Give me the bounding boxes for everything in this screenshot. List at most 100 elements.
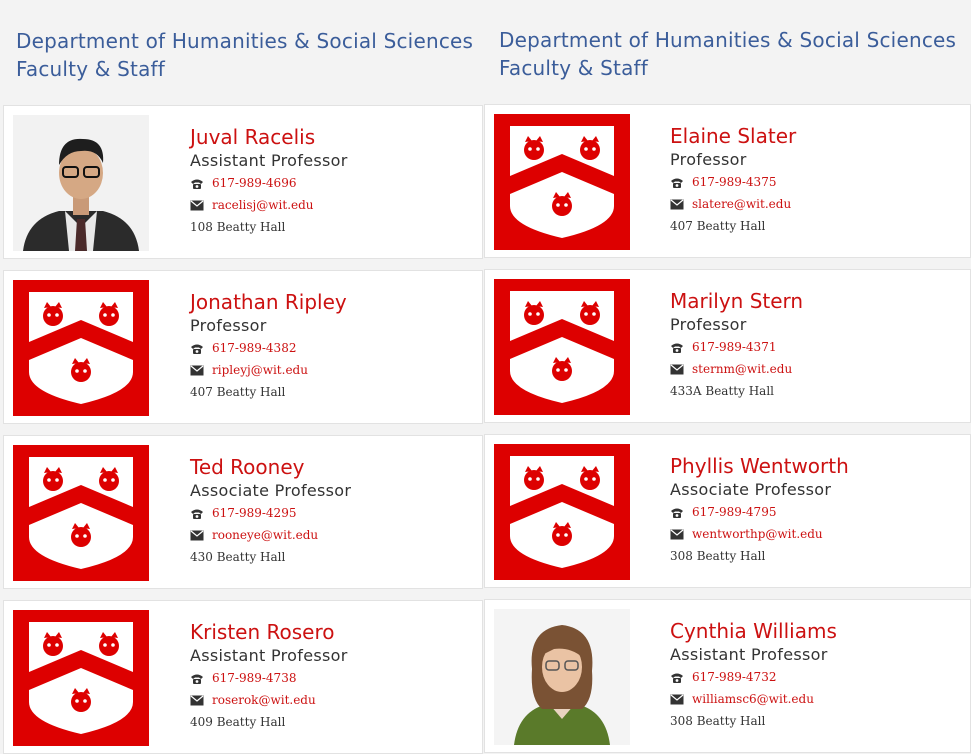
phone-link[interactable]: 617-989-4295 [212,506,296,520]
faculty-title: Professor [190,316,267,335]
wit-crest-logo [13,280,149,416]
phone-row: 617-989-4795 [670,501,849,523]
faculty-info: Marilyn Stern Professor 617-989-4371 ste… [670,288,803,402]
envelope-icon [190,530,204,541]
faculty-title: Associate Professor [190,481,352,500]
faculty-title: Professor [670,315,747,334]
faculty-info: Kristen Rosero Assistant Professor 617-9… [190,619,348,733]
faculty-info: Phyllis Wentworth Associate Professor 61… [670,453,849,567]
phone-row: 617-989-4295 [190,502,351,524]
faculty-photo [494,609,630,745]
faculty-photo-frame[interactable] [494,609,630,745]
email-row: wentworthp@wit.edu [670,523,849,545]
heading-line-1: Department of Humanities & Social Scienc… [16,29,474,53]
phone-row: 617-989-4371 [670,336,803,358]
heading-line-2: Faculty & Staff [499,56,649,80]
phone-row: 617-989-4696 [190,172,348,194]
faculty-title: Associate Professor [670,480,832,499]
wit-crest-logo [494,444,630,580]
office-location: 433A Beatty Hall [670,384,774,398]
envelope-icon [190,365,204,376]
phone-icon [670,507,684,519]
faculty-info: Jonathan Ripley Professor 617-989-4382 r… [190,289,347,403]
email-link[interactable]: roserok@wit.edu [212,693,316,707]
office-location: 108 Beatty Hall [190,220,286,234]
phone-link[interactable]: 617-989-4732 [692,670,776,684]
phone-link[interactable]: 617-989-4795 [692,505,776,519]
office-location: 409 Beatty Hall [190,715,286,729]
faculty-card: Marilyn Stern Professor 617-989-4371 ste… [484,269,971,423]
email-link[interactable]: racelisj@wit.edu [212,198,314,212]
faculty-card: Elaine Slater Professor 617-989-4375 sla… [484,104,971,258]
faculty-name-link[interactable]: Phyllis Wentworth [670,453,849,479]
email-link[interactable]: rooneye@wit.edu [212,528,318,542]
email-row: slatere@wit.edu [670,193,796,215]
phone-link[interactable]: 617-989-4375 [692,175,776,189]
faculty-info: Elaine Slater Professor 617-989-4375 sla… [670,123,796,237]
email-row: williamsc6@wit.edu [670,688,837,710]
faculty-photo-frame[interactable] [13,115,149,251]
faculty-name-link[interactable]: Juval Racelis [190,124,348,150]
wit-crest-logo [494,279,630,415]
office-location: 430 Beatty Hall [190,550,286,564]
email-row: rooneye@wit.edu [190,524,351,546]
faculty-title: Assistant Professor [190,151,348,170]
phone-icon [190,178,204,190]
faculty-name-link[interactable]: Marilyn Stern [670,288,803,314]
faculty-info: Ted Rooney Associate Professor 617-989-4… [190,454,351,568]
faculty-title: Assistant Professor [190,646,348,665]
faculty-card: Cynthia Williams Assistant Professor 617… [484,599,971,753]
email-link[interactable]: ripleyj@wit.edu [212,363,308,377]
phone-icon [670,177,684,189]
phone-row: 617-989-4738 [190,667,348,689]
faculty-photo-frame[interactable] [494,444,630,580]
faculty-photo-frame[interactable] [494,114,630,250]
wit-crest-logo [13,610,149,746]
faculty-info: Juval Racelis Assistant Professor 617-98… [190,124,348,238]
email-row: racelisj@wit.edu [190,194,348,216]
faculty-photo-frame[interactable] [494,279,630,415]
office-location: 308 Beatty Hall [670,549,766,563]
email-row: ripleyj@wit.edu [190,359,347,381]
envelope-icon [670,529,684,540]
envelope-icon [670,364,684,375]
phone-icon [670,672,684,684]
heading-line-1: Department of Humanities & Social Scienc… [499,28,957,52]
phone-icon [670,342,684,354]
faculty-photo-frame[interactable] [13,610,149,746]
phone-row: 617-989-4382 [190,337,347,359]
envelope-icon [670,199,684,210]
wit-crest-logo [13,445,149,581]
phone-link[interactable]: 617-989-4382 [212,341,296,355]
faculty-name-link[interactable]: Jonathan Ripley [190,289,347,315]
office-location: 407 Beatty Hall [670,219,766,233]
faculty-name-link[interactable]: Cynthia Williams [670,618,837,644]
faculty-photo-frame[interactable] [13,445,149,581]
faculty-name-link[interactable]: Kristen Rosero [190,619,348,645]
faculty-card: Phyllis Wentworth Associate Professor 61… [484,434,971,588]
email-link[interactable]: slatere@wit.edu [692,197,791,211]
faculty-card: Kristen Rosero Assistant Professor 617-9… [3,600,483,754]
email-row: sternm@wit.edu [670,358,803,380]
faculty-name-link[interactable]: Ted Rooney [190,454,351,480]
phone-link[interactable]: 617-989-4696 [212,176,296,190]
faculty-card: Ted Rooney Associate Professor 617-989-4… [3,435,483,589]
faculty-photo-frame[interactable] [13,280,149,416]
phone-link[interactable]: 617-989-4738 [212,671,296,685]
envelope-icon [670,694,684,705]
email-link[interactable]: sternm@wit.edu [692,362,792,376]
wit-crest-logo [494,114,630,250]
email-link[interactable]: wentworthp@wit.edu [692,527,823,541]
phone-icon [190,343,204,355]
phone-link[interactable]: 617-989-4371 [692,340,776,354]
phone-icon [190,508,204,520]
email-link[interactable]: williamsc6@wit.edu [692,692,814,706]
envelope-icon [190,695,204,706]
faculty-card: Jonathan Ripley Professor 617-989-4382 r… [3,270,483,424]
phone-icon [190,673,204,685]
email-row: roserok@wit.edu [190,689,348,711]
department-heading: Department of Humanities & Social Scienc… [499,26,956,82]
faculty-title: Assistant Professor [670,645,828,664]
faculty-title: Professor [670,150,747,169]
faculty-name-link[interactable]: Elaine Slater [670,123,796,149]
